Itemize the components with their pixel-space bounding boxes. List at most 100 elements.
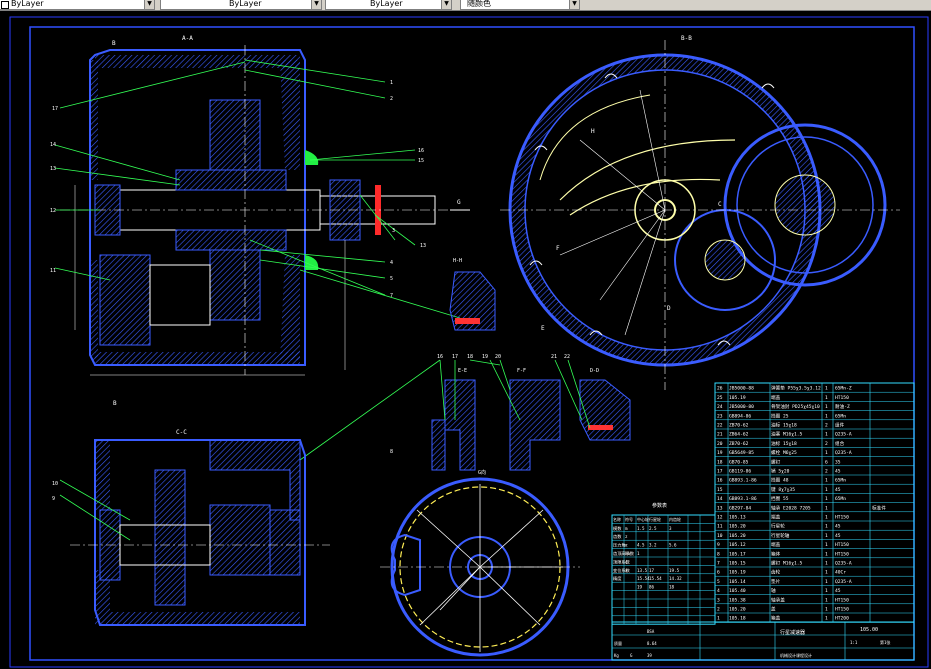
housing-bottom-wall (95, 352, 300, 365)
callout-7: 7 (390, 293, 393, 299)
lineweight-dropdown[interactable]: ByLayer ▼ (160, 0, 322, 10)
param-cell: 压力角 (613, 542, 626, 549)
bom-cell-name: 油塞 M16χ1.5 (771, 431, 803, 438)
bom-cell-no: 14 (717, 496, 723, 502)
bom-cell-mat: 65Mn (835, 413, 846, 419)
bom-cell-qty: 1 (825, 496, 828, 502)
bom-cell-qty: 1 (825, 551, 828, 557)
bom-cell-qty: 2 (825, 469, 828, 475)
param-cell: 19.5 (669, 568, 680, 573)
bom-cell-code: 105.12 (729, 542, 746, 548)
housing-right-wall-lower (280, 255, 300, 360)
input-gear (99, 254, 151, 346)
param-cell: 模数 (613, 525, 622, 532)
bom-cell-name: 行星轮 (771, 523, 785, 530)
bom-cell-code: 105.17 (729, 551, 746, 557)
section-bb: B-B C D F E H (500, 35, 900, 390)
bom-cell-qty: 2 (825, 423, 828, 429)
bom-cell-code: GB893.1-86 (729, 478, 757, 484)
bom-cell-name: 挡圈 48 (771, 477, 789, 484)
bom-cell-mat: Q235-A (835, 450, 852, 456)
kg-label: Kg (614, 653, 619, 658)
view-g: G向 (380, 469, 580, 657)
bom-cell-qty: 1 (825, 487, 828, 493)
bom-cell-name: 端盖 (771, 514, 781, 521)
chevron-down-icon[interactable]: ▼ (144, 0, 154, 9)
plotstyle-value: ByLayer (370, 0, 403, 8)
bb-planet-gear (704, 239, 746, 281)
g-spokes (416, 484, 563, 652)
param-cell: 2.5 (649, 526, 657, 531)
bom-cell-no: 9 (717, 542, 720, 548)
label-dd: D-D (590, 368, 599, 374)
param-cell: 5.6 (669, 543, 677, 548)
label-b-bottom: B (113, 400, 117, 407)
callout-5: 5 (390, 276, 393, 282)
param-cell: 3.2 (649, 543, 657, 548)
chevron-down-icon[interactable]: ▼ (311, 0, 321, 9)
param-col-header: 中心轮 (637, 516, 649, 522)
callout-mid-16: 16 (437, 354, 443, 360)
bom-cell-no: 6 (717, 570, 720, 576)
hh-pin (455, 318, 480, 324)
param-cell: z (625, 534, 628, 539)
bom-cell-mat: HT150 (835, 607, 849, 613)
bom-cell-qty: 1 (825, 579, 828, 585)
housing-right-wall-upper (280, 60, 300, 170)
material-value: BSA (647, 629, 655, 634)
bom-cell-code: GB893.1-86 (729, 496, 757, 502)
bom-cell-code: 105.18 (729, 616, 746, 622)
label-e: E (541, 325, 545, 332)
bom-cell-no: 18 (717, 459, 723, 465)
bom-cell-no: 24 (717, 404, 723, 410)
bom-cell-qty: 1 (825, 616, 828, 622)
callout-1: 1 (390, 80, 393, 86)
section-cc: C-C B (59, 400, 330, 626)
bom-cell-mat: 组件 (835, 422, 845, 429)
callout-14: 14 (50, 142, 56, 148)
color-control-dropdown[interactable]: 随颜色 ▼ (460, 0, 580, 10)
param-col-header: 行星轮 (649, 516, 661, 522)
chevron-down-icon[interactable]: ▼ (441, 0, 451, 9)
plotstyle-dropdown[interactable]: ByLayer ▼ (325, 0, 452, 10)
bom-cell-no: 25 (717, 395, 723, 401)
bom-cell-name: 轴承盖 (771, 596, 785, 603)
housing-left-wall-lower (90, 260, 98, 360)
label-ff: F-F (517, 368, 526, 374)
label-ee: E-E (458, 368, 467, 374)
param-cell: ha (625, 551, 631, 556)
bom-cell-qty: 1 (825, 386, 828, 392)
bom-cell-qty: 1 (825, 413, 828, 419)
bom-cell-qty: 1 (825, 570, 828, 576)
param-cell: α (625, 543, 628, 548)
param-cell: 3 (669, 526, 672, 531)
callout-12: 12 (50, 208, 56, 214)
oil-seal-upper (305, 150, 319, 165)
label-h: H (591, 128, 595, 135)
input-shaft (149, 264, 211, 326)
bom-cell-no: 8 (717, 551, 720, 557)
bom-cell-code: GB5649-85 (729, 450, 754, 456)
bom-cell-no: 21 (717, 432, 723, 438)
label-d: D (667, 305, 671, 312)
bom-cell-mat: HT150 (835, 551, 849, 557)
title-text: 行星减速器 (780, 629, 805, 636)
linetype-dropdown[interactable]: ByLayer ▼ (0, 0, 155, 10)
callout-mid-20: 20 (495, 354, 501, 360)
bom-table: 26 JB5000-88 弹簧垫 P55χ3.5χ3.12 1 65Mn-Z25 105.… (714, 382, 915, 623)
callout-15: 15 (418, 158, 424, 164)
cad-drawing-canvas[interactable]: A-A B G 1 2 3 4 5 7 8 9 10 11 12 13 14 1… (0, 10, 931, 669)
bom-cell-no: 1 (717, 616, 720, 622)
callout-9: 9 (52, 496, 55, 502)
bom-cell-mat: 45 (835, 524, 841, 530)
bom-cell-code: JB5000-88 (729, 386, 754, 392)
bom-cell-mat: Q235-A (835, 561, 852, 567)
chevron-down-icon[interactable]: ▼ (569, 0, 579, 9)
bom-cell-code: GB70-85 (729, 459, 749, 465)
callout-mid-21: 21 (551, 354, 557, 360)
color-control-value: 随颜色 (467, 0, 491, 8)
label-cc: C-C (176, 429, 187, 436)
section-ff: F-F (509, 368, 561, 471)
gear-upper (209, 99, 261, 171)
param-cell: 15.54 (649, 576, 662, 581)
